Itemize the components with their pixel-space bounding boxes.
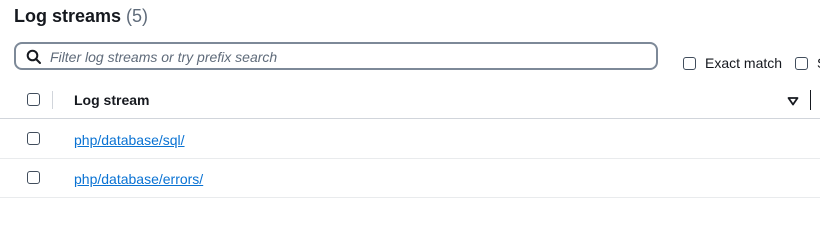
select-all-checkbox[interactable] (27, 93, 40, 106)
page-title: Log streams (5) (14, 6, 148, 27)
search-input[interactable] (50, 47, 650, 67)
second-option-checkbox[interactable] (795, 56, 808, 70)
table-row: php/database/errors/ (0, 159, 820, 198)
search-box[interactable] (14, 42, 658, 70)
column-divider (52, 91, 53, 109)
sort-descending-icon[interactable] (787, 94, 799, 106)
title-text: Log streams (14, 6, 122, 26)
stream-count: (5) (126, 6, 149, 26)
table-row: php/database/sql/ (0, 120, 820, 159)
row-checkbox[interactable] (27, 132, 40, 145)
exact-match-option[interactable]: Exact match (683, 55, 782, 71)
log-stream-link[interactable]: php/database/sql/ (74, 132, 185, 148)
exact-match-checkbox[interactable] (683, 56, 696, 70)
column-resizer[interactable] (810, 90, 811, 110)
log-stream-link[interactable]: php/database/errors/ (74, 171, 203, 187)
column-header-log-stream[interactable]: Log stream (74, 92, 149, 108)
search-icon (26, 49, 42, 65)
exact-match-label: Exact match (705, 55, 783, 71)
row-checkbox[interactable] (27, 171, 40, 184)
table-header: Log stream (0, 81, 820, 119)
second-option[interactable]: S (795, 55, 820, 71)
